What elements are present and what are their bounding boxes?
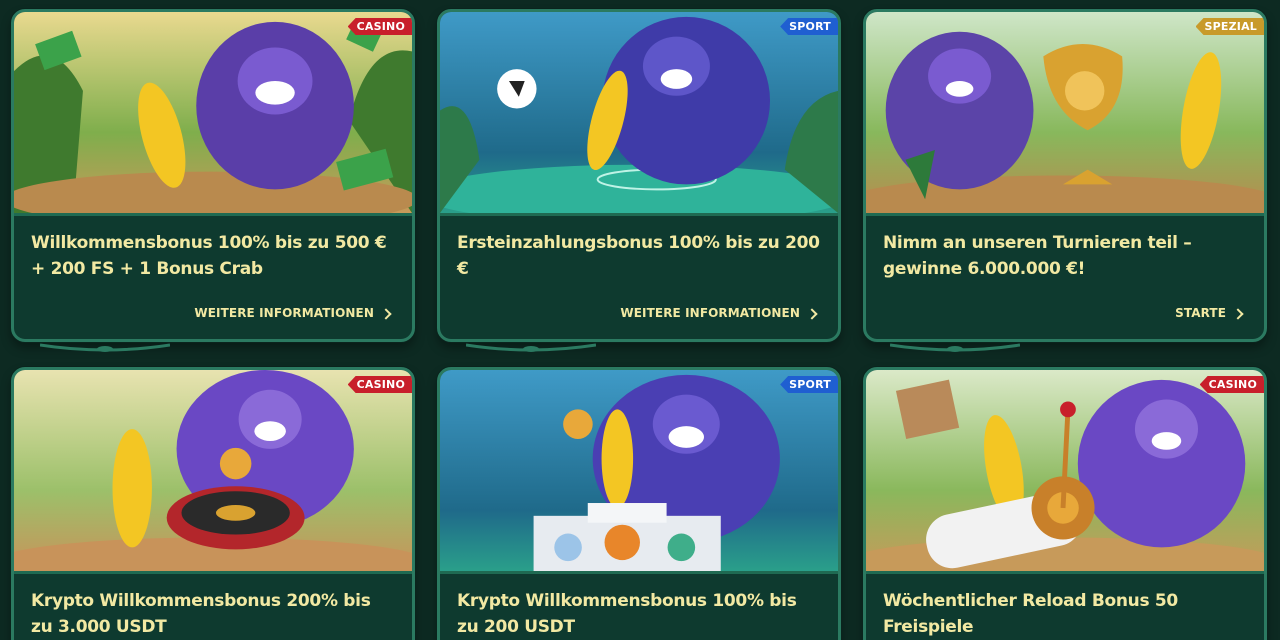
cta-label: WEITERE INFORMATIONEN	[194, 306, 374, 320]
promotions-grid: CASINO Willkommensbonus 100% bis zu 500 …	[0, 0, 1280, 640]
vine-decoration	[39, 338, 171, 352]
vine-decoration	[889, 338, 1021, 352]
promo-image: SPORT	[440, 370, 838, 574]
promo-title: Krypto Willkommensbonus 200% bis zu 3.00…	[31, 591, 371, 637]
category-badge: CASINO	[347, 18, 412, 35]
promo-card[interactable]: SPORT Ersteinzahlungsbonus 100% bis zu 2…	[437, 9, 841, 342]
promo-card[interactable]: CASINO Krypto Willkommensbonus 200% bis …	[11, 367, 415, 640]
category-badge: SPORT	[780, 18, 838, 35]
promo-image: SPORT	[440, 12, 838, 216]
cta-label: STARTE	[1175, 306, 1226, 320]
promo-title: Willkommensbonus 100% bis zu 500 € + 200…	[31, 233, 387, 279]
chevron-right-icon	[1232, 307, 1244, 320]
category-badge: CASINO	[347, 376, 412, 393]
promo-card[interactable]: CASINO Willkommensbonus 100% bis zu 500 …	[11, 9, 415, 342]
more-info-link[interactable]: WEITERE INFORMATIONEN	[620, 306, 818, 320]
category-badge: CASINO	[1199, 376, 1264, 393]
promo-card[interactable]: SPEZIAL Nimm an unseren Turnieren teil –…	[863, 9, 1267, 342]
start-link[interactable]: STARTE	[1175, 306, 1244, 320]
promo-card[interactable]: SPORT Krypto Willkommensbonus 100% bis z…	[437, 367, 841, 640]
cta-label: WEITERE INFORMATIONEN	[620, 306, 800, 320]
more-info-link[interactable]: WEITERE INFORMATIONEN	[194, 306, 392, 320]
category-badge: SPEZIAL	[1195, 18, 1264, 35]
promo-image: CASINO	[14, 12, 412, 216]
category-badge: SPORT	[780, 376, 838, 393]
promo-title: Wöchentlicher Reload Bonus 50 Freispiele	[883, 591, 1178, 637]
promo-title: Ersteinzahlungsbonus 100% bis zu 200 €	[457, 233, 820, 279]
chevron-right-icon	[380, 307, 392, 320]
promo-card[interactable]: CASINO Wöchentlicher Reload Bonus 50 Fre…	[863, 367, 1267, 640]
vine-decoration	[465, 338, 597, 352]
promo-title: Nimm an unseren Turnieren teil – gewinne…	[883, 233, 1192, 279]
promo-title: Krypto Willkommensbonus 100% bis zu 200 …	[457, 591, 797, 637]
chevron-right-icon	[806, 307, 818, 320]
promo-image: CASINO	[866, 370, 1264, 574]
promo-image: SPEZIAL	[866, 12, 1264, 216]
promo-image: CASINO	[14, 370, 412, 574]
